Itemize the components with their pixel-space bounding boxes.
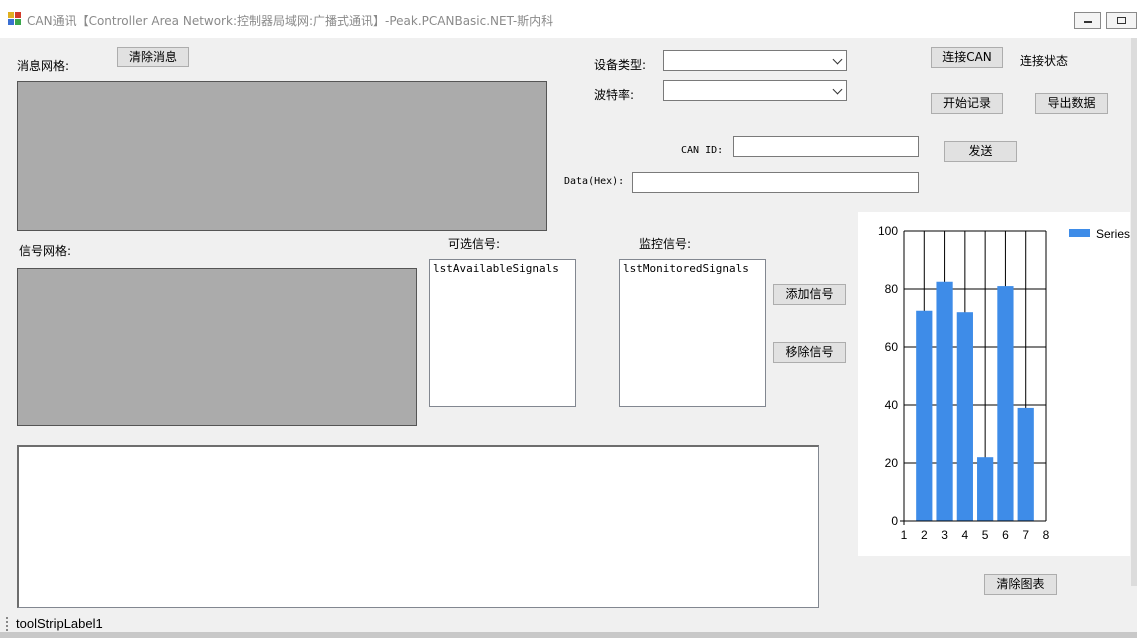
add-signal-button[interactable]: 添加信号 — [773, 284, 846, 305]
bar — [936, 281, 953, 521]
monitored-signals-list[interactable]: lstMonitoredSignals — [619, 259, 766, 407]
window-edge — [1131, 38, 1137, 586]
y-tick-label: 20 — [885, 456, 899, 470]
x-tick-label: 2 — [921, 528, 928, 542]
can-id-label: CAN ID: — [681, 145, 724, 156]
list-item[interactable]: lstAvailableSignals — [433, 262, 572, 275]
y-tick-label: 40 — [885, 398, 899, 412]
data-hex-label: Data(Hex): — [564, 176, 625, 187]
data-hex-input[interactable] — [632, 172, 919, 193]
signal-grid-label: 信号网格: — [19, 244, 72, 258]
connect-can-button[interactable]: 连接CAN — [931, 47, 1003, 68]
grip-icon — [6, 617, 10, 631]
x-tick-label: 1 — [901, 528, 908, 542]
clear-messages-button[interactable]: 清除消息 — [117, 47, 189, 67]
available-signals-list[interactable]: lstAvailableSignals — [429, 259, 576, 407]
bar — [916, 310, 933, 521]
message-grid-label: 消息网格: — [17, 59, 70, 73]
send-button[interactable]: 发送 — [944, 141, 1017, 162]
bar-chart: 0 20 40 60 80 100 1 2 3 4 5 6 7 8 Series — [878, 224, 1130, 542]
title-bar: CAN通讯【Controller Area Network:控制器局域网:广播式… — [0, 0, 1137, 38]
x-tick-label: 5 — [982, 528, 989, 542]
window-title: CAN通讯【Controller Area Network:控制器局域网:广播式… — [27, 14, 554, 28]
x-tick-label: 3 — [941, 528, 948, 542]
device-type-label: 设备类型: — [594, 58, 647, 72]
bar — [997, 286, 1014, 521]
legend-label: Series — [1096, 227, 1130, 241]
start-record-button[interactable]: 开始记录 — [931, 93, 1003, 114]
x-tick-label: 6 — [1002, 528, 1009, 542]
remove-signal-button[interactable]: 移除信号 — [773, 342, 846, 363]
y-tick-label: 60 — [885, 340, 899, 354]
bar — [956, 312, 973, 521]
device-type-select[interactable] — [663, 50, 847, 71]
chevron-down-icon — [832, 84, 843, 95]
minimize-button[interactable] — [1074, 12, 1101, 29]
window-bottom-edge — [0, 632, 1137, 638]
message-grid[interactable] — [17, 81, 547, 231]
restore-button[interactable] — [1106, 12, 1137, 29]
y-tick-label: 80 — [885, 282, 899, 296]
baud-rate-label: 波特率: — [594, 88, 635, 102]
x-tick-label: 8 — [1043, 528, 1050, 542]
chevron-down-icon — [832, 54, 843, 65]
chart-panel: 0 20 40 60 80 100 1 2 3 4 5 6 7 8 Series — [858, 212, 1130, 556]
x-tick-label: 7 — [1022, 528, 1029, 542]
bar — [977, 457, 994, 521]
legend-swatch — [1069, 229, 1090, 237]
connection-status-label: 连接状态 — [1020, 54, 1069, 68]
bar — [1017, 407, 1034, 521]
monitored-signals-label: 监控信号: — [639, 237, 692, 251]
log-textbox[interactable] — [17, 445, 819, 608]
restore-icon — [1117, 17, 1126, 24]
y-tick-label: 100 — [878, 224, 898, 238]
baud-rate-select[interactable] — [663, 80, 847, 101]
minimize-icon — [1083, 21, 1092, 23]
clear-chart-button[interactable]: 清除图表 — [984, 574, 1057, 595]
export-data-button[interactable]: 导出数据 — [1035, 93, 1108, 114]
list-item[interactable]: lstMonitoredSignals — [623, 262, 762, 275]
status-label: toolStripLabel1 — [16, 616, 103, 631]
y-tick-label: 0 — [891, 514, 898, 528]
x-tick-label: 4 — [962, 528, 969, 542]
available-signals-label: 可选信号: — [448, 237, 501, 251]
signal-grid[interactable] — [17, 268, 417, 426]
app-icon — [8, 12, 21, 25]
can-id-input[interactable] — [733, 136, 919, 157]
